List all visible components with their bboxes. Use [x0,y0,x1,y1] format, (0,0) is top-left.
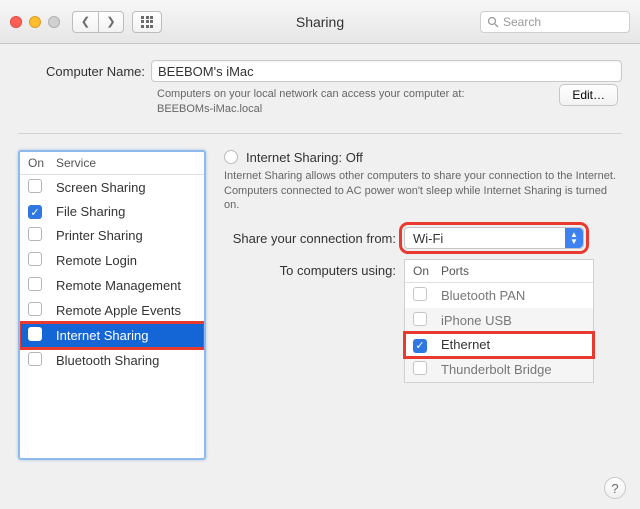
checkbox[interactable] [28,327,42,341]
service-label: Printer Sharing [56,228,143,243]
checkbox[interactable] [28,277,42,291]
maximize-icon[interactable] [48,16,60,28]
checkbox[interactable] [413,361,427,375]
edit-button[interactable]: Edit… [559,84,618,106]
chevron-updown-icon: ▲▼ [565,228,583,248]
back-button[interactable]: ❮ [72,11,98,33]
ports-list: On Ports Bluetooth PAN iPhone USB ✓ Ethe… [404,259,594,383]
help-button[interactable]: ? [604,477,626,499]
port-label: Bluetooth PAN [441,288,525,303]
checkbox[interactable]: ✓ [28,205,42,219]
checkbox[interactable] [28,352,42,366]
port-label: Ethernet [441,337,490,352]
services-service-header: Service [56,156,96,170]
share-from-label: Share your connection from: [224,231,404,246]
port-label: Thunderbolt Bridge [441,362,552,377]
service-label: Remote Management [56,278,181,293]
service-label: Bluetooth Sharing [56,353,159,368]
computer-name-label: Computer Name: [26,64,151,79]
checkbox[interactable] [413,287,427,301]
ports-label: To computers using: [224,263,404,278]
status-radio [224,150,238,164]
close-icon[interactable] [10,16,22,28]
checkbox[interactable] [28,252,42,266]
port-row-bluetooth-pan[interactable]: Bluetooth PAN [405,283,593,308]
window-controls [10,16,60,28]
port-row-ethernet[interactable]: ✓ Ethernet [405,333,593,357]
service-row-file-sharing[interactable]: ✓ File Sharing [20,200,204,224]
service-row-remote-login[interactable]: Remote Login [20,248,204,273]
checkbox[interactable] [413,312,427,326]
service-label: Screen Sharing [56,180,146,195]
service-label: Remote Login [56,253,137,268]
status-title: Internet Sharing: Off [246,150,363,165]
service-row-screen-sharing[interactable]: Screen Sharing [20,175,204,200]
checkbox[interactable] [28,302,42,316]
status-description: Internet Sharing allows other computers … [224,169,622,214]
port-row-iphone-usb[interactable]: iPhone USB [405,308,593,333]
show-all-button[interactable] [132,11,162,33]
grid-icon [141,16,153,28]
service-label: Internet Sharing [56,328,149,343]
computer-name-field[interactable] [151,60,622,82]
service-label: File Sharing [56,204,125,219]
service-row-remote-management[interactable]: Remote Management [20,273,204,298]
nav-back-forward: ❮ ❯ [72,11,124,33]
checkbox[interactable] [28,179,42,193]
share-from-value: Wi-Fi [413,231,443,246]
port-row-thunderbolt-bridge[interactable]: Thunderbolt Bridge [405,357,593,382]
ports-ports-header: Ports [441,264,469,278]
service-row-internet-sharing[interactable]: Internet Sharing [20,323,204,348]
help-icon: ? [611,481,618,496]
share-from-select[interactable]: Wi-Fi ▲▼ [404,227,584,249]
checkbox[interactable]: ✓ [413,339,427,353]
forward-button[interactable]: ❯ [98,11,124,33]
search-icon [487,16,499,31]
service-list: On Service Screen Sharing ✓ File Sharing… [18,150,206,460]
port-label: iPhone USB [441,313,512,328]
service-row-printer-sharing[interactable]: Printer Sharing [20,223,204,248]
checkbox[interactable] [28,227,42,241]
service-label: Remote Apple Events [56,303,181,318]
services-on-header: On [28,156,56,170]
ports-on-header: On [413,264,441,278]
search-input[interactable]: Search [480,11,630,33]
service-row-bluetooth-sharing[interactable]: Bluetooth Sharing [20,348,204,373]
service-row-remote-apple-events[interactable]: Remote Apple Events [20,298,204,323]
minimize-icon[interactable] [29,16,41,28]
window-titlebar: ❮ ❯ Sharing Search [0,0,640,44]
computer-name-subtext: Computers on your local network can acce… [157,87,487,117]
search-placeholder: Search [503,15,541,29]
